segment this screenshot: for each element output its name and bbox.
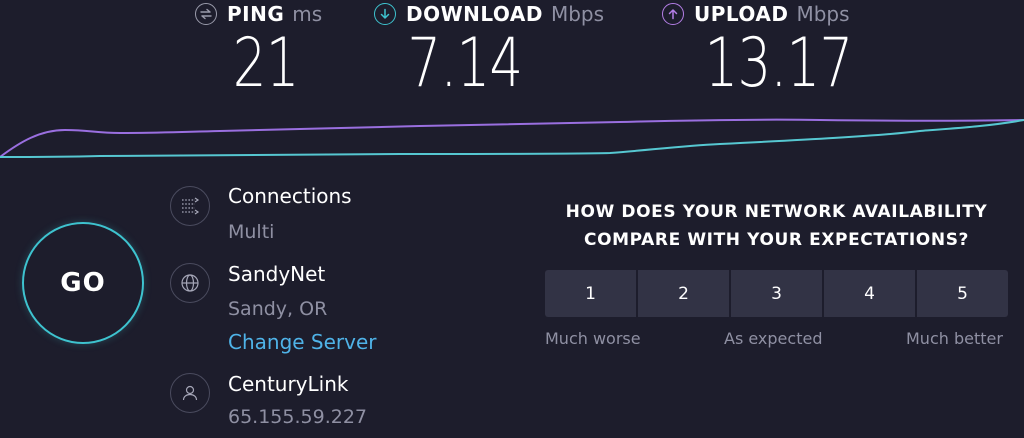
go-button[interactable]: GO bbox=[22, 222, 144, 344]
download-unit: Mbps bbox=[550, 2, 605, 26]
scale-label-low: Much worse bbox=[545, 329, 641, 348]
rating-button-3[interactable]: 3 bbox=[731, 270, 822, 317]
connections-value: Multi bbox=[228, 221, 275, 243]
ping-icon bbox=[195, 3, 217, 25]
rating-scale: 1 2 3 4 5 bbox=[545, 270, 1008, 317]
upload-unit: Mbps bbox=[796, 2, 850, 26]
user-icon bbox=[170, 373, 210, 413]
rating-button-5[interactable]: 5 bbox=[917, 270, 1008, 317]
download-value: 7.14 bbox=[407, 24, 523, 103]
change-server-link[interactable]: Change Server bbox=[228, 330, 377, 354]
upload-arrow-icon bbox=[662, 3, 684, 25]
upload-speed-line bbox=[0, 118, 1024, 158]
connections-title: Connections bbox=[228, 184, 352, 208]
globe-icon bbox=[170, 263, 210, 303]
download-speed-line bbox=[0, 119, 1024, 158]
ping-unit: ms bbox=[292, 2, 323, 26]
scale-label-high: Much better bbox=[906, 329, 1003, 348]
server-location: Sandy, OR bbox=[228, 298, 328, 320]
server-name: SandyNet bbox=[228, 262, 326, 286]
scale-label-mid: As expected bbox=[724, 329, 823, 348]
connections-icon bbox=[170, 186, 210, 226]
ping-label: PING bbox=[227, 2, 285, 26]
ping-header: PING ms bbox=[195, 2, 322, 26]
download-header: DOWNLOAD Mbps bbox=[374, 2, 604, 26]
rating-button-4[interactable]: 4 bbox=[824, 270, 915, 317]
upload-value: 13.17 bbox=[704, 24, 854, 103]
rating-button-2[interactable]: 2 bbox=[638, 270, 729, 317]
provider-name: CenturyLink bbox=[228, 372, 349, 396]
rating-button-1[interactable]: 1 bbox=[545, 270, 636, 317]
upload-label: UPLOAD bbox=[694, 2, 789, 26]
download-arrow-icon bbox=[374, 3, 396, 25]
go-button-label: GO bbox=[60, 268, 106, 298]
ping-value: 21 bbox=[232, 24, 300, 103]
survey-question: HOW DOES YOUR NETWORK AVAILABILITY COMPA… bbox=[565, 202, 988, 250]
download-label: DOWNLOAD bbox=[406, 2, 543, 26]
provider-ip: 65.155.59.227 bbox=[228, 406, 368, 428]
upload-header: UPLOAD Mbps bbox=[662, 2, 850, 26]
speed-graph bbox=[0, 118, 1024, 158]
